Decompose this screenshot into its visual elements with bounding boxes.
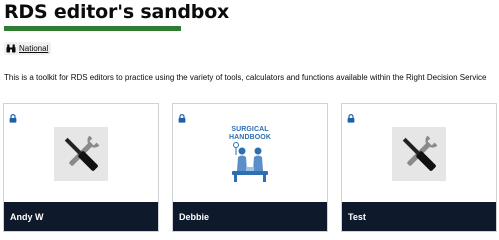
intro-text: This is a toolkit for RDS editors to pra… — [4, 73, 487, 82]
tools-icon — [392, 127, 446, 181]
surgical-handbook-cover: SURGICAL HANDBOOK — [223, 126, 277, 182]
toolkit-card[interactable]: SURGICAL HANDBOOK Debbie — [172, 103, 328, 232]
lock-icon — [9, 110, 17, 128]
card-title: Debbie — [173, 202, 327, 231]
toolkit-card[interactable]: Andy W — [3, 103, 159, 232]
tools-icon — [54, 127, 108, 181]
card-title: Andy W — [4, 202, 158, 231]
tag-label: National — [19, 44, 49, 53]
surgeons-illustration-icon — [232, 142, 268, 182]
toolkit-card[interactable]: Test — [341, 103, 497, 232]
binoculars-icon — [6, 44, 16, 53]
card-title: Test — [342, 202, 496, 231]
national-tag-link[interactable]: National — [4, 42, 52, 55]
page-title: RDS editor's sandbox — [4, 1, 230, 23]
title-underline — [4, 26, 181, 31]
lock-icon — [178, 110, 186, 128]
lock-icon — [347, 110, 355, 128]
cover-title: SURGICAL HANDBOOK — [228, 126, 272, 141]
